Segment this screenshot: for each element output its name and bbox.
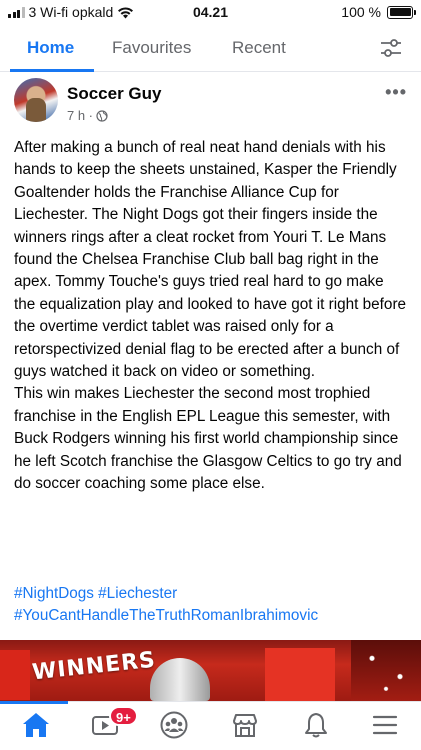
menu-icon[interactable] [370,710,400,740]
groups-icon[interactable] [159,710,189,740]
post-text: After making a bunch of real neat hand d… [14,139,407,493]
active-nav-indicator [0,701,68,704]
active-tab-indicator [10,69,94,72]
feed-tabs: Home Favourites Recent [0,24,421,72]
battery-percentage: 100 % [341,4,381,20]
tab-favourites[interactable]: Favourites [112,38,191,58]
post-image[interactable]: WINNERS [0,640,421,701]
image-red-panel [265,648,335,701]
video-notification-badge: 9+ [109,706,138,726]
hashtag-line[interactable]: #NightDogs #Liechester [14,583,414,605]
hashtag-line[interactable]: #YouCantHandleTheTruthRomanIbrahimovic [14,605,414,627]
globe-icon [96,109,108,122]
status-right: 100 % [341,4,416,20]
bell-icon[interactable] [301,710,331,740]
post-time[interactable]: 7 h · [67,108,93,123]
post-header: Soccer Guy 7 h · ••• [0,76,421,132]
post-author[interactable]: Soccer Guy [67,84,162,104]
status-bar: 3 Wi-fi opkald 04.21 100 % [0,0,421,24]
image-trophy [150,658,210,701]
home-icon[interactable] [21,710,51,740]
image-confetti [351,640,421,701]
image-flag [0,650,30,700]
bottom-nav: 9+ [0,701,421,750]
battery-icon [387,5,416,19]
more-options-icon[interactable]: ••• [385,82,407,103]
image-banner-text: WINNERS [31,647,158,686]
post-meta: 7 h · [67,108,108,123]
marketplace-icon[interactable] [230,710,260,740]
tab-recent[interactable]: Recent [232,38,286,58]
post-hashtags: #NightDogs #Liechester #YouCantHandleThe… [14,583,414,628]
filter-settings-icon[interactable] [379,37,403,59]
avatar[interactable] [14,78,58,122]
tab-home[interactable]: Home [27,38,74,58]
